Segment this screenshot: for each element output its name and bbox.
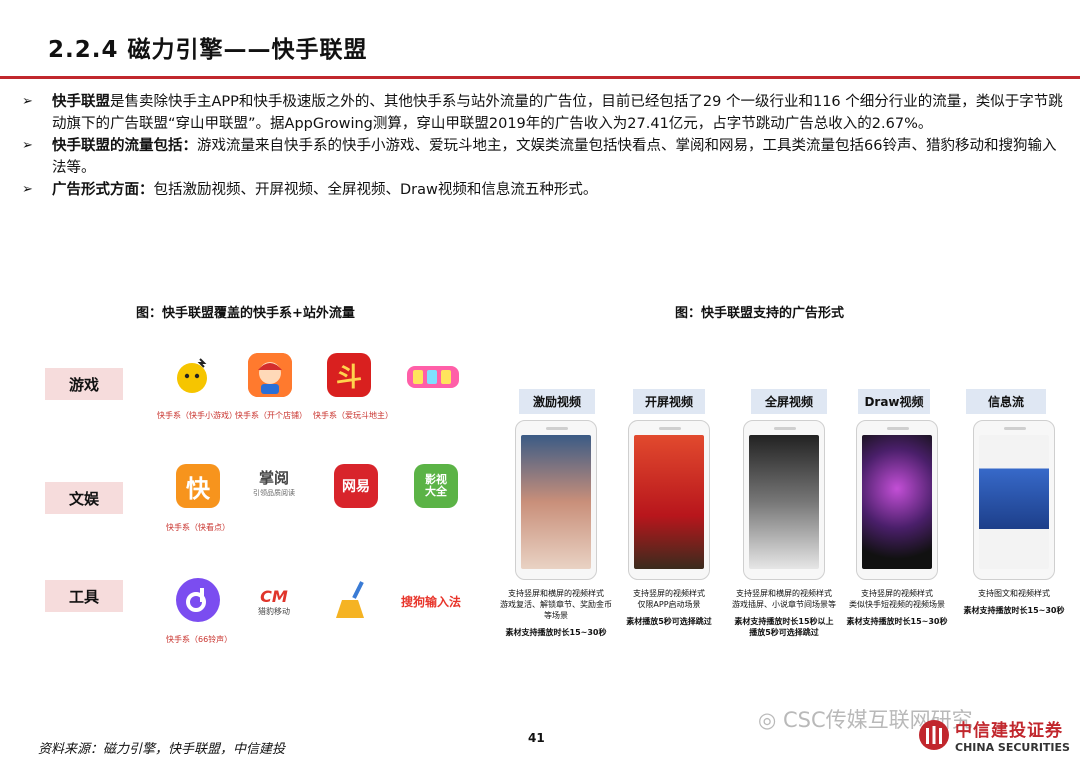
format-note: 素材支持播放时长15~30秒 xyxy=(963,606,1065,615)
bullet-item: ➢ 快手联盟的流量包括：游戏流量来自快手系的快手小游戏、爱玩斗地主，文娱类流量包… xyxy=(22,135,1067,179)
bullet-item: ➢ 广告形式方面：包括激励视频、开屏视频、全屏视频、Draw视频和信息流五种形式… xyxy=(22,179,1067,201)
kuaishou-minigame-app-icon xyxy=(170,353,214,397)
format-description: 支持图文和视频样式 素材支持播放时长15~30秒 xyxy=(956,588,1072,616)
bullet-text: 游戏流量来自快手系的快手小游戏、爱玩斗地主，文娱类流量包括快看点、掌阅和网易，工… xyxy=(52,138,1057,176)
shop-app-icon xyxy=(248,353,292,397)
format-desc-text: 支持图文和视频样式 xyxy=(978,589,1050,598)
china-securities-logo-icon xyxy=(919,720,949,750)
phone-screen xyxy=(521,435,591,569)
category-entertainment: 文娱 xyxy=(45,482,123,514)
phone-screen xyxy=(749,435,819,569)
cm-logo-text: CM xyxy=(260,587,288,606)
kuaikandian-logo-text: 快 xyxy=(186,474,210,503)
brand-name-en: CHINA SECURITIES xyxy=(955,741,1070,754)
format-desc-text: 支持竖屏的视频样式 类似快手短视频的视频场景 xyxy=(849,589,945,609)
bullet-lead: 快手联盟的流量包括： xyxy=(52,138,197,154)
broom-app-icon xyxy=(332,578,376,622)
phone-screen xyxy=(979,435,1049,569)
format-note: 素材支持播放时长15~30秒 xyxy=(846,617,948,626)
bullet-lead: 广告形式方面： xyxy=(52,182,154,198)
sogou-input-app-icon: 搜狗输入法 xyxy=(398,586,464,616)
format-label-draw-video: Draw视频 xyxy=(858,389,930,414)
bullet-item: ➢ 快手联盟是售卖除快手主APP和快手极速版之外的、其他快手系与站外流量的广告位… xyxy=(22,91,1067,135)
left-figure-caption: 图：快手联盟覆盖的快手系+站外流量 xyxy=(136,306,355,321)
phone-mockup-splash xyxy=(628,420,710,580)
format-label-incentive-video: 激励视频 xyxy=(519,389,595,414)
phone-speaker xyxy=(774,427,796,430)
right-figure-caption: 图：快手联盟支持的广告形式 xyxy=(675,306,845,321)
phone-speaker xyxy=(659,427,681,430)
format-description: 支持竖屏和横屏的视频样式 游戏复活、解锁章节、奖励金币等场景 素材支持播放时长1… xyxy=(498,588,614,638)
app-caption: 快手系（爱玩斗地主） xyxy=(313,411,393,420)
bullet-text: 包括激励视频、开屏视频、全屏视频、Draw视频和信息流五种形式。 xyxy=(153,182,598,198)
page-title: 2.2.4 磁力引擎——快手联盟 xyxy=(48,37,368,63)
zhangyue-app-icon: 掌阅 引领品质阅读 xyxy=(248,462,300,502)
wechat-icon: ◎ xyxy=(758,708,783,732)
zhangyue-logo-text: 掌阅 xyxy=(258,468,289,487)
sogou-logo-text: 搜狗输入法 xyxy=(400,594,461,609)
phone-speaker xyxy=(546,427,568,430)
title-divider xyxy=(0,76,1080,79)
kuaikandian-app-icon: 快 xyxy=(176,464,220,508)
arrow-bullet-icon: ➢ xyxy=(22,182,33,197)
wangyi-logo-text: 网易 xyxy=(342,479,370,495)
page-number: 41 xyxy=(528,731,545,745)
brand-text: 中信建投证券 CHINA SECURITIES xyxy=(955,716,1070,754)
format-note: 素材支持播放时长15秒以上 播放5秒可选择跳过 xyxy=(734,617,834,637)
format-desc-text: 支持竖屏的视频样式 仅限APP启动场景 xyxy=(633,589,705,609)
cheetah-mobile-app-icon: CM 猎豹移动 xyxy=(250,584,298,620)
format-note: 素材支持播放时长15~30秒 xyxy=(505,628,607,637)
format-label-splash-video: 开屏视频 xyxy=(633,389,705,414)
brand-name-cn: 中信建投证券 xyxy=(955,721,1063,741)
phone-mockup-draw xyxy=(856,420,938,580)
phone-screen xyxy=(862,435,932,569)
bullet-list: ➢ 快手联盟是售卖除快手主APP和快手极速版之外的、其他快手系与站外流量的广告位… xyxy=(22,91,1067,201)
phone-mockup-incentive xyxy=(515,420,597,580)
cm-sub-text: 猎豹移动 xyxy=(258,607,290,616)
category-tools: 工具 xyxy=(45,580,123,612)
zhangyue-sub-text: 引领品质阅读 xyxy=(253,488,295,497)
format-description: 支持竖屏的视频样式 类似快手短视频的视频场景 素材支持播放时长15~30秒 xyxy=(839,588,955,627)
format-desc-text: 支持竖屏和横屏的视频样式 游戏复活、解锁章节、奖励金币等场景 xyxy=(500,589,612,620)
brand-logo: 中信建投证券 CHINA SECURITIES xyxy=(917,716,1070,754)
phone-speaker xyxy=(1004,427,1026,430)
phone-speaker xyxy=(887,427,909,430)
source-note: 资料来源：磁力引擎，快手联盟，中信建投 xyxy=(38,742,286,757)
phone-mockup-feed xyxy=(973,420,1055,580)
format-label-fullscreen-video: 全屏视频 xyxy=(751,389,827,414)
douzhu-app-icon: 斗 xyxy=(327,353,371,397)
douzhu-logo-text: 斗 xyxy=(335,362,362,393)
doudizhu-game-icon xyxy=(405,360,461,392)
category-games: 游戏 xyxy=(45,368,123,400)
format-note: 素材播放5秒可选择跳过 xyxy=(626,617,712,626)
wangyi-app-icon: 网易 xyxy=(334,464,378,508)
app-caption: 快手系（开个店铺） xyxy=(235,411,307,420)
app-caption: 快手系（快看点） xyxy=(166,523,230,532)
format-desc-text: 支持竖屏和横屏的视频样式 游戏插屏、小说章节间场景等 xyxy=(732,589,836,609)
format-description: 支持竖屏的视频样式 仅限APP启动场景 素材播放5秒可选择跳过 xyxy=(611,588,727,627)
app-caption: 快手系（快手小游戏） xyxy=(157,411,237,420)
arrow-bullet-icon: ➢ xyxy=(22,138,33,153)
ringtone-app-icon xyxy=(176,578,220,622)
bullet-text: 是售卖除快手主APP和快手极速版之外的、其他快手系与站外流量的广告位，目前已经包… xyxy=(52,94,1063,132)
format-description: 支持竖屏和横屏的视频样式 游戏插屏、小说章节间场景等 素材支持播放时长15秒以上… xyxy=(726,588,842,638)
phone-screen xyxy=(634,435,704,569)
format-label-feed: 信息流 xyxy=(966,389,1046,414)
phone-mockup-fullscreen xyxy=(743,420,825,580)
yingshi-logo-text: 影视大全 xyxy=(425,473,447,498)
arrow-bullet-icon: ➢ xyxy=(22,94,33,109)
bullet-lead: 快手联盟 xyxy=(52,94,110,110)
yingshi-app-icon: 影视大全 xyxy=(414,464,458,508)
app-caption: 快手系（66铃声） xyxy=(166,635,233,644)
